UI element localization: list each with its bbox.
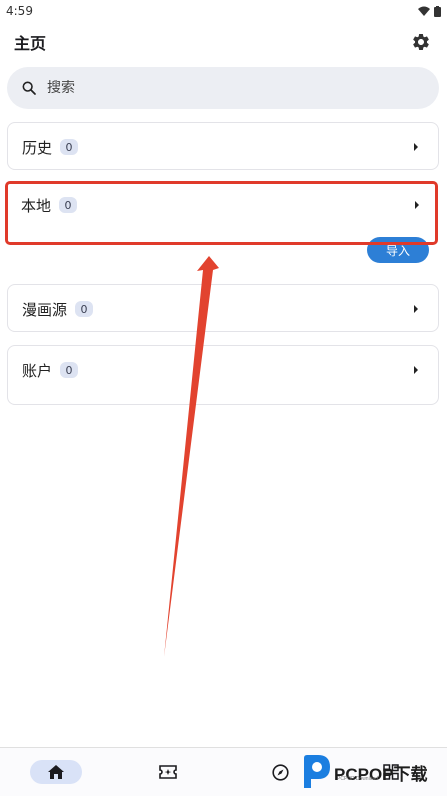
settings-button[interactable] [409,30,433,54]
nav-home[interactable] [30,760,82,784]
nav-ticket[interactable] [142,760,194,784]
history-label: 历史 [22,138,53,157]
chevron-right-icon [409,197,425,213]
local-card[interactable]: 本地 0 导入 [7,181,439,263]
nav-explore[interactable] [254,760,306,784]
accounts-label: 账户 [22,361,53,380]
local-label: 本地 [21,196,52,215]
nav-apps[interactable] [365,760,417,784]
page-title: 主页 [14,34,47,53]
history-count-badge: 0 [60,139,79,155]
search-bar[interactable] [7,67,439,109]
battery-icon [434,5,441,17]
status-bar: 4:59 [0,0,447,22]
search-input[interactable] [47,80,377,96]
status-icons [418,5,441,17]
ticket-icon [159,765,177,779]
comic-sources-card[interactable]: 漫画源 0 [7,284,439,332]
home-icon [48,765,64,779]
local-count-badge: 0 [59,197,78,213]
compass-icon [271,763,289,781]
bottom-navigation [0,747,447,796]
comic-sources-count-badge: 0 [75,301,94,317]
gear-icon [413,33,429,50]
chevron-right-icon [408,301,424,317]
accounts-card[interactable]: 账户 0 [7,345,439,405]
app-bar: 主页 [0,22,447,62]
apps-icon [383,764,399,780]
chevron-right-icon [408,362,424,378]
history-card[interactable]: 历史 0 [7,122,439,170]
accounts-count-badge: 0 [60,362,79,378]
comic-sources-label: 漫画源 [22,300,68,319]
status-time: 4:59 [6,4,33,18]
chevron-right-icon [408,139,424,155]
import-button[interactable]: 导入 [367,237,429,263]
wifi-icon [418,6,430,16]
search-icon [22,81,36,95]
